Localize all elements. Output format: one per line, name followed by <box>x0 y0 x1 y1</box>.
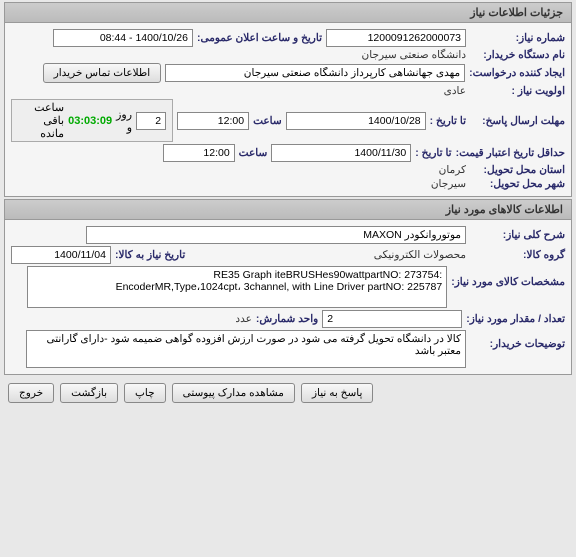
unit-label: واحد شمارش: <box>256 313 318 325</box>
to-date-label-1: تا تاریخ : <box>430 115 466 127</box>
footer-toolbar: خروج بازگشت چاپ مشاهده مدارک پیوستی پاسخ… <box>0 377 576 409</box>
notes-label: توضیحات خریدار: <box>470 330 565 350</box>
province-value: کرمان <box>439 164 466 176</box>
price-valid-label: حداقل تاریخ اعتبار قیمت: <box>456 147 565 159</box>
priority-label: اولویت نیاز : <box>470 85 565 97</box>
panel2-title: اطلاعات کالاهای مورد نیاز <box>5 200 571 220</box>
panel1-body: شماره نیاز: تاریخ و ساعت اعلان عمومی: نا… <box>5 23 571 196</box>
price-valid-date-field[interactable] <box>271 144 411 162</box>
qty-field[interactable] <box>322 310 462 328</box>
city-label: شهر محل تحویل: <box>470 178 565 190</box>
back-button[interactable]: بازگشت <box>60 383 118 403</box>
buyer-label: نام دستگاه خریدار: <box>470 49 565 61</box>
buyer-value: دانشگاه صنعتی سیرجان <box>362 49 466 61</box>
need-no-label: شماره نیاز: <box>470 32 565 44</box>
qty-label: تعداد / مقدار مورد نیاز: <box>466 313 565 325</box>
group-label: گروه کالا: <box>470 249 565 261</box>
view-attachments-button[interactable]: مشاهده مدارک پیوستی <box>172 383 295 403</box>
remain-days-field <box>136 112 166 130</box>
notes-field[interactable] <box>26 330 466 368</box>
contact-buyer-button[interactable]: اطلاعات تماس خریدار <box>43 63 161 83</box>
desc-label: شرح کلی نیاز: <box>470 229 565 241</box>
remain-time: 03:03:09 <box>68 115 112 127</box>
remaining-box: روز و 03:03:09 ساعت باقی مانده <box>11 99 173 142</box>
panel2-body: شرح کلی نیاز: گروه کالا: محصولات الکترون… <box>5 220 571 374</box>
spec-label: مشخصات کالای مورد نیاز: <box>451 266 565 288</box>
unit-value: عدد <box>235 313 251 325</box>
deadline-time-field[interactable] <box>177 112 249 130</box>
print-button[interactable]: چاپ <box>124 383 166 403</box>
remain-days-label: روز و <box>116 108 132 134</box>
panel1-title: جزئیات اطلاعات نیاز <box>5 3 571 23</box>
need-details-panel: جزئیات اطلاعات نیاز شماره نیاز: تاریخ و … <box>4 2 572 197</box>
spec-field[interactable] <box>27 266 447 308</box>
remain-suffix: ساعت باقی مانده <box>18 101 64 140</box>
creator-label: ایجاد کننده درخواست: <box>469 67 565 79</box>
deadline-date-field[interactable] <box>286 112 426 130</box>
group-value: محصولات الکترونیکی <box>374 249 466 261</box>
creator-field[interactable] <box>165 64 465 82</box>
announce-field[interactable] <box>53 29 193 47</box>
time-label-2: ساعت <box>239 147 268 159</box>
announce-label: تاریخ و ساعت اعلان عمومی: <box>197 32 322 44</box>
goods-info-panel: اطلاعات کالاهای مورد نیاز شرح کلی نیاز: … <box>4 199 572 375</box>
deadline-label: مهلت ارسال پاسخ: <box>470 115 565 127</box>
need-date-field[interactable] <box>11 246 111 264</box>
exit-button[interactable]: خروج <box>8 383 54 403</box>
need-no-field[interactable] <box>326 29 466 47</box>
city-value: سیرجان <box>431 178 466 190</box>
time-label-1: ساعت <box>253 115 282 127</box>
reply-need-button[interactable]: پاسخ به نیاز <box>301 383 373 403</box>
price-valid-time-field[interactable] <box>163 144 235 162</box>
priority-value: عادی <box>444 85 466 97</box>
to-date-label-2: تا تاریخ : <box>415 147 451 159</box>
need-date-label: تاریخ نیاز به کالا: <box>115 249 185 261</box>
desc-field[interactable] <box>86 226 466 244</box>
province-label: استان محل تحویل: <box>470 164 565 176</box>
